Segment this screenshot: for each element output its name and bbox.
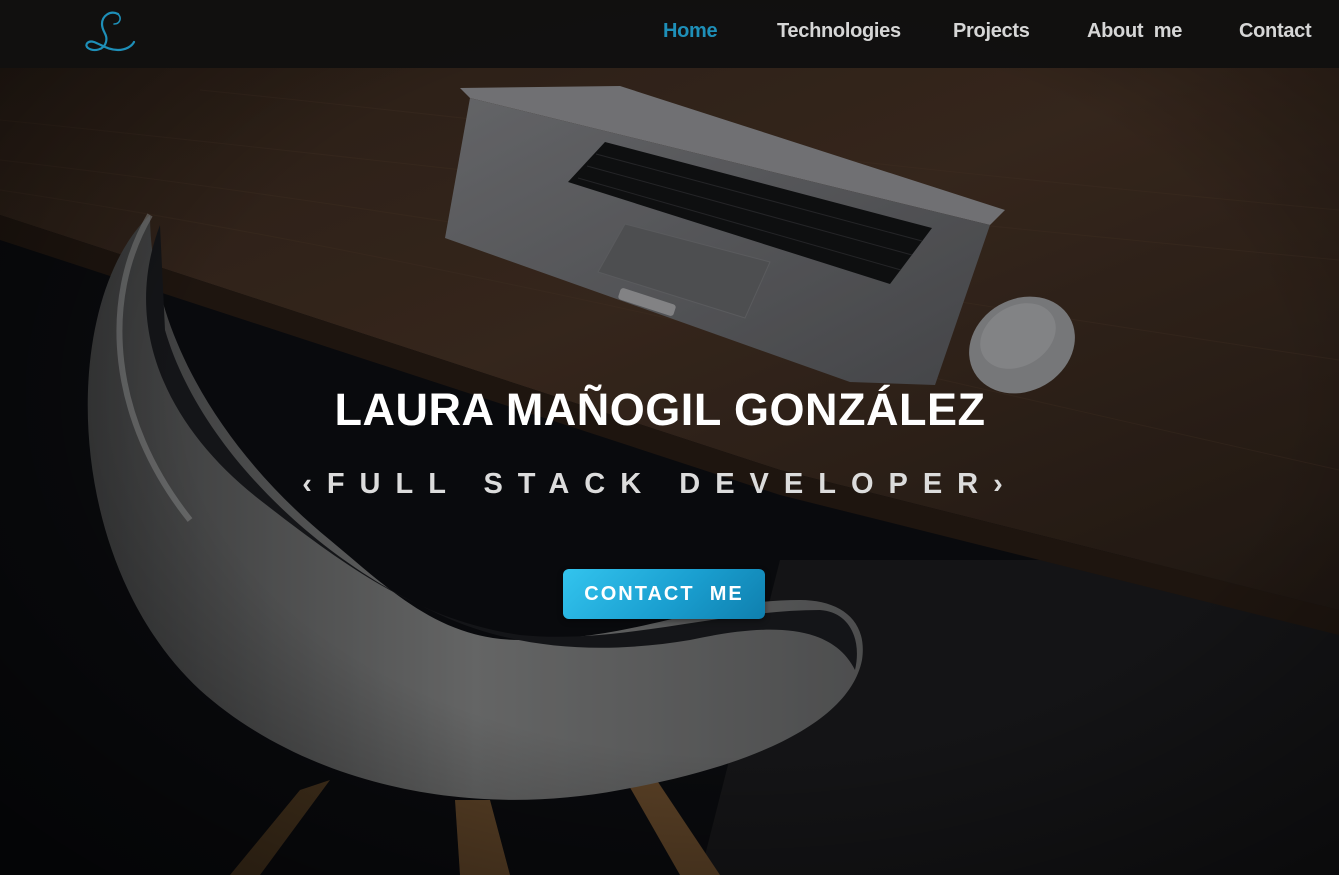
background-photo	[0, 0, 1339, 875]
contact-me-button[interactable]: CONTACT ME	[563, 569, 765, 619]
nav-item-contact[interactable]: Contact	[1239, 20, 1312, 43]
contact-me-button-label: CONTACT ME	[584, 582, 744, 605]
hero-title: LAURA MAÑOGIL GONZÁLEZ	[334, 384, 986, 435]
navbar: Home Technologies Projects About me Cont…	[0, 0, 1339, 68]
nav-item-technologies[interactable]: Technologies	[777, 20, 901, 43]
logo-icon[interactable]	[80, 8, 138, 58]
nav-item-projects[interactable]: Projects	[953, 20, 1030, 43]
nav-item-home[interactable]: Home	[663, 20, 718, 43]
hero-subtitle: ‹FULL STACK DEVELOPER›	[302, 468, 1018, 500]
nav-item-about-me[interactable]: About me	[1087, 20, 1182, 43]
hero-section: Home Technologies Projects About me Cont…	[0, 0, 1339, 875]
